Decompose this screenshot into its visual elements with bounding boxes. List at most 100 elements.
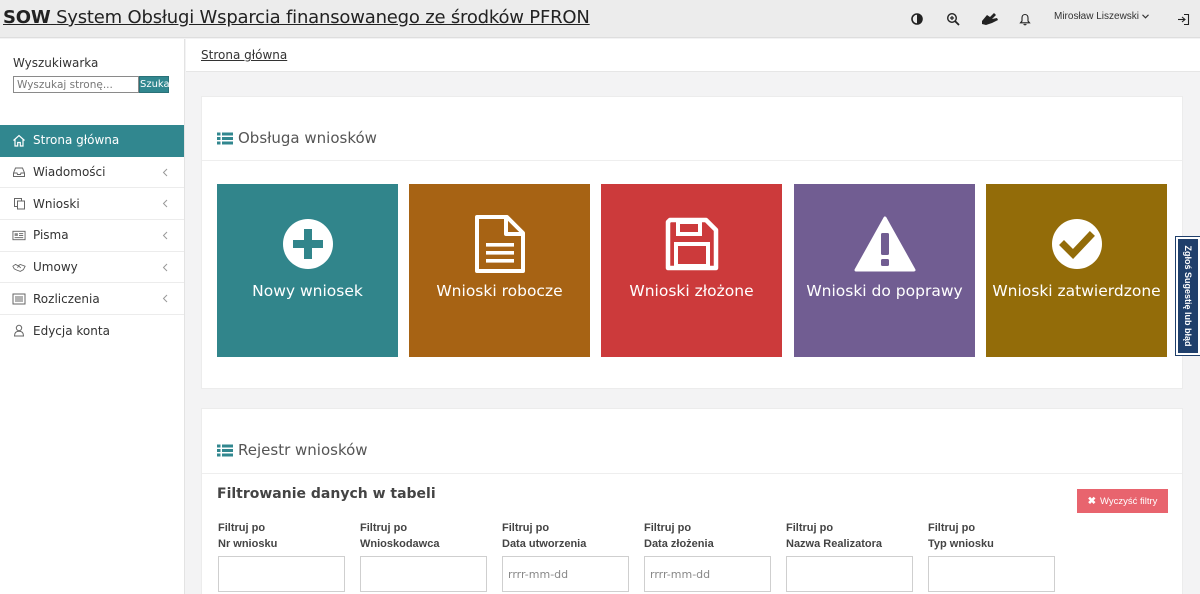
filter-label: Filtruj po bbox=[928, 522, 976, 534]
filter-created-date: Filtruj po Data utworzenia bbox=[502, 521, 630, 592]
sidebar-item-applications[interactable]: Wnioski bbox=[0, 188, 184, 221]
filter-input-created-date[interactable] bbox=[502, 556, 629, 592]
logout-icon[interactable] bbox=[1174, 10, 1192, 28]
app-title[interactable]: SOW System Obsługi Wsparcia finansowaneg… bbox=[3, 7, 590, 28]
user-icon bbox=[12, 324, 26, 338]
filter-input-application-number[interactable] bbox=[218, 556, 345, 592]
feedback-tab[interactable]: Zgłoś Sugestię lub błąd bbox=[1176, 237, 1200, 355]
filter-label: Nr wniosku bbox=[218, 537, 278, 550]
handshake-icon bbox=[12, 260, 26, 274]
tile-label: Wnioski do poprawy bbox=[806, 282, 963, 300]
sidebar-item-home[interactable]: Strona główna bbox=[0, 125, 184, 157]
feedback-tab-label: Zgłoś Sugestię lub błąd bbox=[1183, 245, 1193, 347]
plus-circle-icon bbox=[217, 214, 398, 274]
filter-input-application-type[interactable] bbox=[928, 556, 1055, 592]
floppy-disk-icon bbox=[601, 214, 782, 274]
chevron-left-icon bbox=[160, 261, 170, 273]
filter-application-number: Filtruj po Nr wniosku bbox=[218, 521, 346, 592]
sidebar-item-account[interactable]: Edycja konta bbox=[0, 315, 184, 347]
search-label: Wyszukiwarka bbox=[13, 56, 99, 70]
tile-approved-applications[interactable]: Wnioski zatwierdzone bbox=[986, 184, 1167, 357]
tile-label: Nowy wniosek bbox=[252, 282, 363, 300]
sidebar-item-label: Rozliczenia bbox=[33, 291, 100, 306]
sidebar-item-label: Wiadomości bbox=[33, 165, 106, 180]
tile-label: Wnioski robocze bbox=[436, 282, 563, 300]
filter-label: Data złożenia bbox=[644, 537, 714, 550]
tile-draft-applications[interactable]: Wnioski robocze bbox=[409, 184, 590, 357]
sidebar-item-label: Strona główna bbox=[33, 133, 120, 148]
filter-label: Filtruj po bbox=[644, 522, 692, 534]
copy-icon bbox=[12, 197, 26, 211]
sidebar-item-label: Umowy bbox=[33, 260, 78, 275]
filter-label: Nazwa Realizatora bbox=[786, 537, 882, 550]
filter-label: Filtruj po bbox=[360, 522, 408, 534]
tile-new-application[interactable]: Nowy wniosek bbox=[217, 184, 398, 357]
home-icon bbox=[12, 133, 26, 147]
divider bbox=[202, 160, 1182, 161]
top-bar: SOW System Obsługi Wsparcia finansowaneg… bbox=[0, 0, 1200, 38]
app-title-full: System Obsługi Wsparcia finansowanego ze… bbox=[56, 7, 590, 28]
user-menu[interactable]: Mirosław Liszewski bbox=[1054, 11, 1149, 22]
register-panel: Rejestr wniosków Filtrowanie danych w ta… bbox=[201, 408, 1183, 594]
clear-filters-button[interactable]: ✖ Wyczyść filtry bbox=[1077, 489, 1168, 513]
divider bbox=[202, 473, 1182, 474]
breadcrumb-bar: Strona główna bbox=[186, 39, 1200, 72]
chevron-left-icon bbox=[160, 198, 170, 210]
filter-label: Filtruj po bbox=[218, 522, 266, 534]
filter-title: Filtrowanie danych w tabeli bbox=[217, 486, 436, 502]
chevron-left-icon bbox=[160, 166, 170, 178]
contrast-icon[interactable] bbox=[908, 10, 926, 28]
filter-input-applicant[interactable] bbox=[360, 556, 487, 592]
filter-label: Filtruj po bbox=[786, 522, 834, 534]
chevron-down-icon bbox=[1141, 11, 1149, 22]
chevron-left-icon bbox=[160, 293, 170, 305]
sidebar-item-messages[interactable]: Wiadomości bbox=[0, 157, 184, 189]
applications-panel: Obsługa wniosków Nowy wniosek Wnioski ro… bbox=[201, 96, 1183, 389]
filter-input-operator-name[interactable] bbox=[786, 556, 913, 592]
tile-applications-to-fix[interactable]: Wnioski do poprawy bbox=[794, 184, 975, 357]
sidebar-item-letters[interactable]: Pisma bbox=[0, 220, 184, 252]
panel-heading: Obsługa wniosków bbox=[217, 129, 377, 147]
filter-applicant: Filtruj po Wnioskodawca bbox=[360, 521, 488, 592]
app-title-abbr: SOW bbox=[3, 7, 51, 28]
clear-filters-label: Wyczyść filtry bbox=[1099, 495, 1158, 507]
list-icon bbox=[217, 132, 233, 145]
filter-label: Data utworzenia bbox=[502, 537, 587, 550]
breadcrumb[interactable]: Strona główna bbox=[201, 48, 287, 62]
sidebar-item-contracts[interactable]: Umowy bbox=[0, 252, 184, 284]
list-icon bbox=[217, 444, 233, 457]
chevron-left-icon bbox=[160, 229, 170, 241]
document-icon bbox=[409, 214, 590, 274]
search-input[interactable] bbox=[13, 76, 139, 93]
warning-icon bbox=[794, 214, 975, 274]
sidebar-item-label: Wnioski bbox=[33, 196, 80, 211]
newspaper-icon bbox=[12, 228, 26, 242]
inbox-icon bbox=[12, 165, 26, 179]
panel-heading: Rejestr wniosków bbox=[217, 441, 368, 459]
tile-submitted-applications[interactable]: Wnioski złożone bbox=[601, 184, 782, 357]
tile-label: Wnioski zatwierdzone bbox=[992, 282, 1161, 300]
sidebar-item-label: Pisma bbox=[33, 228, 69, 243]
filter-application-type: Filtruj po Typ wniosku bbox=[928, 521, 1056, 592]
tile-label: Wnioski złożone bbox=[629, 282, 754, 300]
sidebar-menu: Strona główna Wiadomości Wnioski Pisma U… bbox=[0, 125, 184, 347]
filter-label: Filtruj po bbox=[502, 522, 550, 534]
list-icon bbox=[12, 292, 26, 306]
filter-input-submitted-date[interactable] bbox=[644, 556, 771, 592]
search-button[interactable]: Szukaj bbox=[139, 76, 172, 93]
zoom-in-icon[interactable] bbox=[944, 10, 962, 28]
bell-icon[interactable] bbox=[1016, 10, 1034, 28]
filter-operator-name: Filtruj po Nazwa Realizatora bbox=[786, 521, 914, 592]
filter-label: Wnioskodawca bbox=[360, 537, 440, 550]
sidebar-item-settlements[interactable]: Rozliczenia bbox=[0, 283, 184, 316]
check-circle-icon bbox=[986, 214, 1167, 274]
panel-title: Obsługa wniosków bbox=[238, 129, 377, 147]
filter-submitted-date: Filtruj po Data złożenia bbox=[644, 521, 772, 592]
sidebar-item-label: Edycja konta bbox=[33, 323, 110, 338]
user-name: Mirosław Liszewski bbox=[1054, 11, 1140, 22]
sidebar: Wyszukiwarka Szukaj Strona główna Wiadom… bbox=[0, 39, 185, 594]
close-icon: ✖ bbox=[1087, 495, 1096, 507]
panel-title: Rejestr wniosków bbox=[238, 441, 368, 459]
sign-language-icon[interactable] bbox=[979, 10, 1001, 28]
filter-label: Typ wniosku bbox=[928, 537, 994, 550]
